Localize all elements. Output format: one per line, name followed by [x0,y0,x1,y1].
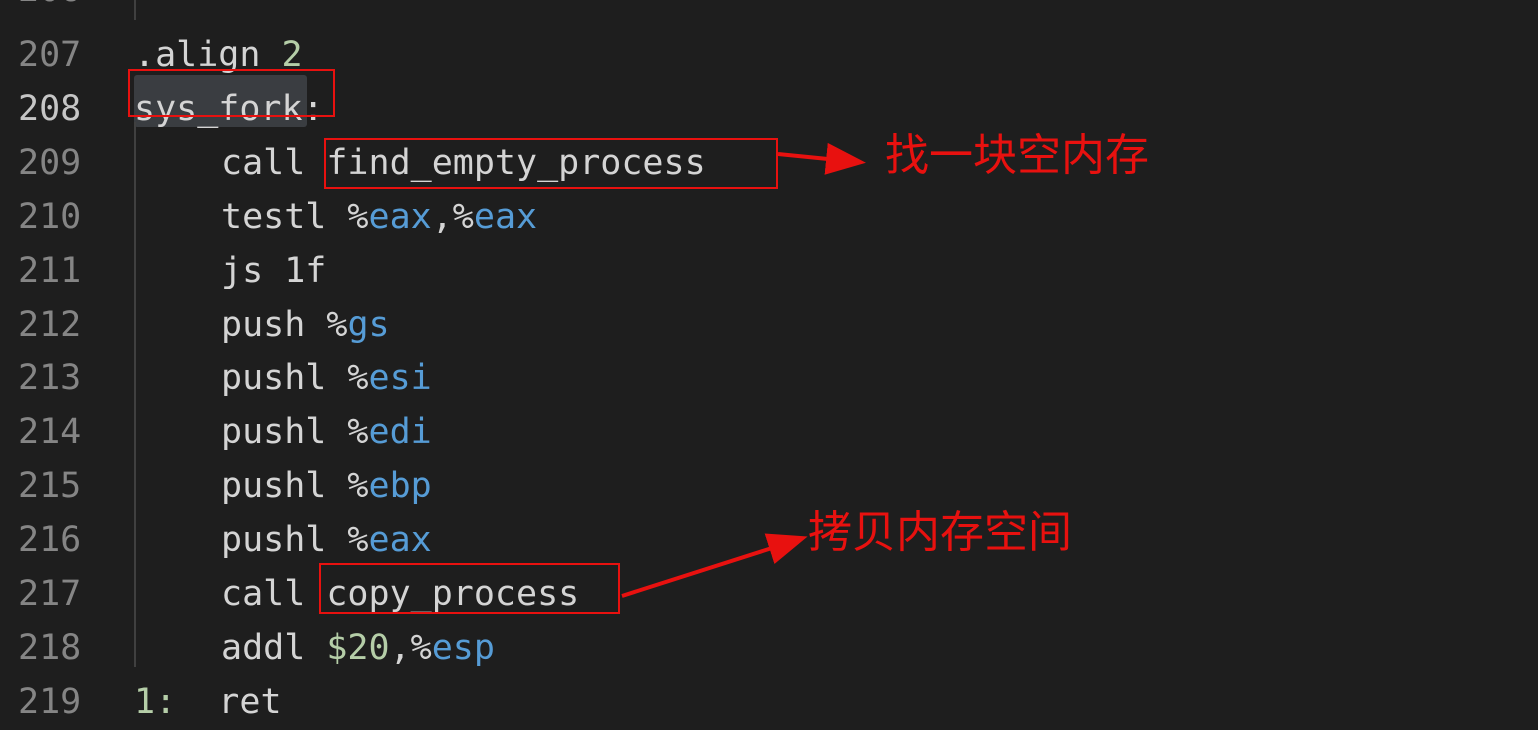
line-number: 209 [18,142,82,183]
code-text: pushl %ebp [221,466,432,506]
line-number-partial: 206 [18,0,81,10]
line-number: 210 [18,196,82,237]
code-token: gs [347,304,390,345]
code-line[interactable]: 214 pushl %edi [0,404,1538,458]
code-editor[interactable]: 206 207.align 2208sys_fork:209call find_… [0,0,1538,730]
code-token: ebp [368,466,432,507]
code-token: testl % [221,196,369,237]
code-token: push % [221,304,348,345]
annotation-box-copy-process [319,563,620,614]
code-token: ,% [389,627,432,668]
code-text: pushl %esi [221,358,432,398]
code-line[interactable]: 219 1: ret [0,674,1538,728]
code-token: ret [176,681,282,722]
code-text: pushl %eax [221,520,432,560]
line-number: 219 [18,681,82,722]
code-token: edi [368,412,432,453]
line-number: 213 [18,358,82,399]
annotation-label-copy: 拷贝内存空间 [808,507,1072,558]
line-number: 207 [18,35,82,75]
code-token: esi [368,358,432,399]
code-token: ,% [431,196,474,237]
code-token: eax [473,196,538,237]
code-token: pushl % [221,520,369,561]
line-number: 217 [18,574,82,614]
code-line[interactable]: 211 js 1f [0,243,1538,297]
code-line[interactable]: 218 addl $20,%esp [0,620,1538,674]
code-text: pushl %edi [221,412,432,452]
code-token: pushl % [221,358,369,399]
code-token: js 1f [221,250,327,291]
line-number: 214 [18,412,82,453]
annotation-label-find: 找一块空内存 [885,130,1149,181]
line-number: 211 [18,250,82,291]
line-number: 218 [18,627,82,668]
code-text: push %gs [221,305,390,345]
code-token: 1: [134,681,177,722]
code-line[interactable]: 210 testl %eax,%eax [0,189,1538,243]
line-number: 215 [18,466,82,507]
code-token: addl [221,627,327,668]
code-line[interactable]: 215 pushl %ebp [0,458,1538,512]
code-line[interactable]: 216 pushl %eax [0,512,1538,566]
annotation-box-find-empty-process [324,138,778,189]
code-text: 1: ret [134,682,282,722]
code-token: pushl % [221,412,369,453]
code-token: esp [431,627,495,668]
code-line[interactable]: 217 call copy_process [0,566,1538,620]
code-token: $20 [326,627,390,668]
line-number: 216 [18,520,82,561]
line-number: 212 [18,304,82,345]
line-number: 208 [18,88,82,129]
code-token: eax [368,196,432,237]
code-text: testl %eax,%eax [221,197,537,237]
indent-guide-top [134,0,136,20]
code-token: eax [368,520,432,561]
code-text: addl $20,%esp [221,628,495,668]
code-line[interactable]: 213 pushl %esi [0,350,1538,404]
code-text: js 1f [221,251,326,291]
annotation-box-sys-fork [128,69,335,117]
code-line[interactable]: 212 push %gs [0,297,1538,351]
code-token: pushl % [221,466,369,507]
